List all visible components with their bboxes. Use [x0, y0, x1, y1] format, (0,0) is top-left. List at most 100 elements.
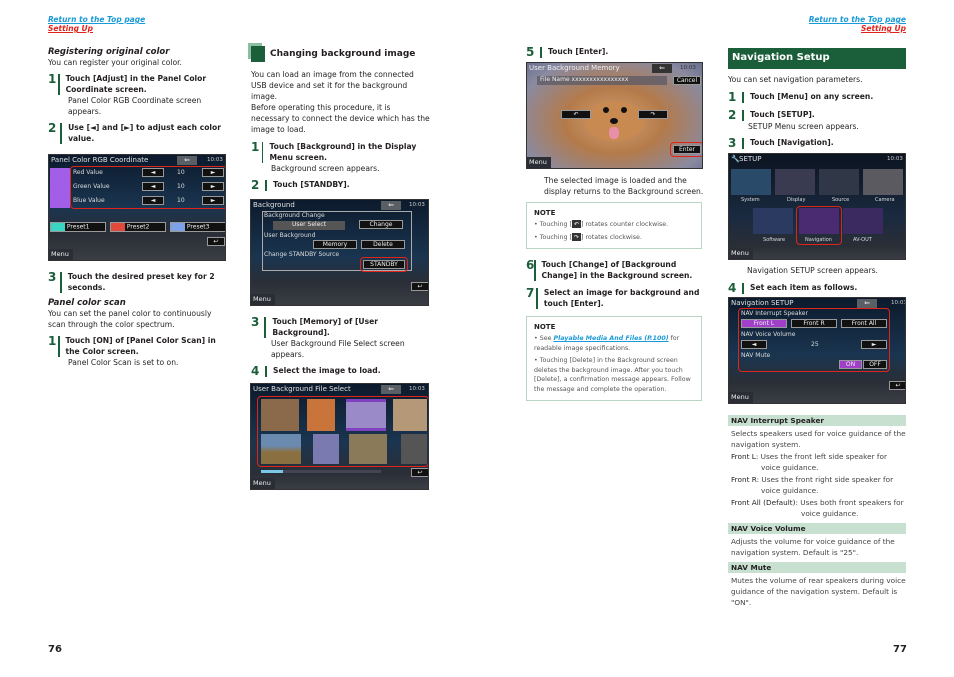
- return-icon[interactable]: ↩: [889, 381, 905, 390]
- preset3-button[interactable]: Preset3: [170, 222, 225, 232]
- setting-up-link[interactable]: Setting Up: [809, 24, 906, 33]
- rotate-cw-icon: ↷: [571, 232, 581, 241]
- return-icon[interactable]: ↩: [411, 468, 428, 477]
- clock: 10:03: [409, 386, 425, 392]
- back-arrow-icon[interactable]: ⇐: [177, 156, 197, 165]
- page-number-right: 77: [893, 644, 907, 655]
- step-number: 1: [251, 140, 260, 154]
- preset2-color: [111, 223, 125, 231]
- step-bar: [536, 288, 538, 309]
- clock: 10:03: [891, 300, 906, 306]
- step-1-result: Background screen appears.: [271, 164, 380, 173]
- step-bar: [742, 283, 744, 294]
- highlight-frame: [796, 206, 842, 245]
- section-heading-speaker: NAV Interrupt Speaker: [728, 415, 906, 426]
- step-bar: [534, 260, 536, 281]
- step-4: 4 Set each item as follows.: [728, 282, 908, 294]
- step-7: 7 Select an image for background and tou…: [526, 287, 706, 309]
- scan-step-1: 1 Touch [ON] of [Panel Color Scan] in th…: [48, 335, 228, 357]
- software-tile[interactable]: [753, 208, 793, 234]
- return-top-link[interactable]: Return to the Top page: [48, 15, 145, 24]
- step-bar: [261, 142, 264, 163]
- back-arrow-icon[interactable]: ⇐: [381, 385, 401, 394]
- rgb-coordinate-screen: Panel Color RGB Coordinate ⇐ 10:03 Red V…: [48, 154, 226, 261]
- scan-step-1-result: Panel Color Scan is set to on.: [68, 358, 179, 367]
- menu-button[interactable]: Menu: [527, 157, 551, 168]
- step-bar: [59, 272, 62, 293]
- step-bar: [742, 92, 744, 103]
- note-delete-text: Touching [Delete] in the Background scre…: [534, 357, 691, 393]
- back-arrow-icon[interactable]: ⇐: [857, 299, 877, 308]
- display-tile[interactable]: [775, 169, 815, 195]
- preset1-label: Preset1: [66, 223, 90, 231]
- menu-button[interactable]: Menu: [49, 249, 73, 260]
- clock: 10:03: [680, 65, 696, 71]
- step-3-result-text: Navigation SETUP screen appears.: [747, 266, 878, 275]
- dog-nose: [610, 118, 618, 124]
- nav-sections: NAV Interrupt Speaker Selects speakers u…: [728, 415, 906, 608]
- step-bar: [265, 180, 267, 191]
- back-arrow-icon[interactable]: ⇐: [381, 201, 401, 210]
- highlight-frame: [670, 142, 702, 157]
- menu-button[interactable]: Menu: [729, 392, 753, 403]
- preset1-button[interactable]: Preset1: [50, 222, 106, 232]
- step-text: Use [◄] and [►] to adjust each color val…: [68, 123, 221, 143]
- delete-button[interactable]: Delete: [361, 240, 405, 249]
- setup-wrench-icon: 🔧: [731, 155, 740, 163]
- preset2-button[interactable]: Preset2: [110, 222, 166, 232]
- rotate-cw-button[interactable]: ↷: [638, 110, 668, 119]
- nav-intro: You can set navigation parameters.: [728, 75, 863, 84]
- note-media: NOTE • See Playable Media And Files (P.1…: [526, 316, 702, 401]
- screen-title: Background: [253, 201, 295, 209]
- back-arrow-icon[interactable]: ⇐: [652, 64, 672, 73]
- def-text: : Uses the front right side speaker for …: [756, 475, 894, 495]
- note-see: See: [539, 335, 554, 342]
- menu-button[interactable]: Menu: [251, 294, 275, 305]
- top-links-left: Return to the Top page Setting Up: [48, 15, 145, 33]
- menu-button[interactable]: Menu: [729, 248, 753, 259]
- step-text: Touch the desired preset key for 2 secon…: [67, 272, 215, 292]
- source-tile[interactable]: [819, 169, 859, 195]
- step-4-row: 4 Set each item as follows.: [728, 282, 908, 294]
- step-3-result: User Background File Select screen appea…: [271, 339, 405, 359]
- menu-button[interactable]: Menu: [251, 478, 275, 489]
- page-number-left: 76: [48, 644, 62, 655]
- background-screen: Background ⇐ 10:03 Background Change Use…: [250, 199, 429, 306]
- step-3: 3 Touch the desired preset key for 2 sec…: [48, 271, 228, 293]
- return-icon[interactable]: ↩: [411, 282, 428, 291]
- note-item: • Touching [Delete] in the Background sc…: [534, 357, 691, 393]
- setup-screen: SETUP 🔧 10:03 System Display Source Came…: [728, 153, 906, 260]
- system-tile[interactable]: [731, 169, 771, 195]
- step-number: 3: [251, 315, 260, 329]
- return-icon[interactable]: ↩: [207, 237, 225, 246]
- scrollbar-track[interactable]: [261, 470, 381, 473]
- note-item: • Touching [↶] rotates counter clockwise…: [534, 220, 669, 228]
- cancel-button[interactable]: Cancel: [673, 76, 701, 85]
- step-text: Select the image to load.: [273, 366, 381, 375]
- rotate-ccw-button[interactable]: ↶: [561, 110, 591, 119]
- step-bar: [60, 123, 63, 144]
- step-text: Set each item as follows.: [750, 283, 858, 292]
- change-button[interactable]: Change: [359, 220, 403, 229]
- playable-media-link[interactable]: Playable Media And Files (P.100): [553, 335, 668, 342]
- step-number: 3: [728, 136, 737, 150]
- def-front-l: Front L: Uses the front left side speake…: [728, 451, 906, 473]
- highlight-frame: [257, 396, 428, 467]
- screen-title: User Background Memory: [529, 64, 620, 72]
- step-bar: [264, 317, 267, 338]
- screen-title: Panel Color RGB Coordinate: [51, 156, 149, 164]
- scrollbar-thumb[interactable]: [261, 470, 283, 473]
- av-out-tile[interactable]: [843, 208, 883, 234]
- scan-intro: You can set the panel color to continuou…: [48, 309, 212, 329]
- camera-tile[interactable]: [863, 169, 903, 195]
- setting-up-link[interactable]: Setting Up: [48, 24, 145, 33]
- memory-button[interactable]: Memory: [313, 240, 357, 249]
- step-text: Touch [Memory] of [User Background].: [272, 317, 379, 337]
- note-title: NOTE: [534, 323, 556, 331]
- step-1-result: Panel Color RGB Coordinate screen appear…: [68, 96, 202, 116]
- return-top-link[interactable]: Return to the Top page: [809, 15, 906, 24]
- step-number: 7: [526, 286, 535, 300]
- step-number: 2: [728, 108, 737, 122]
- column-2: Changing background image You can load a…: [251, 46, 431, 191]
- step-number: 1: [48, 334, 57, 348]
